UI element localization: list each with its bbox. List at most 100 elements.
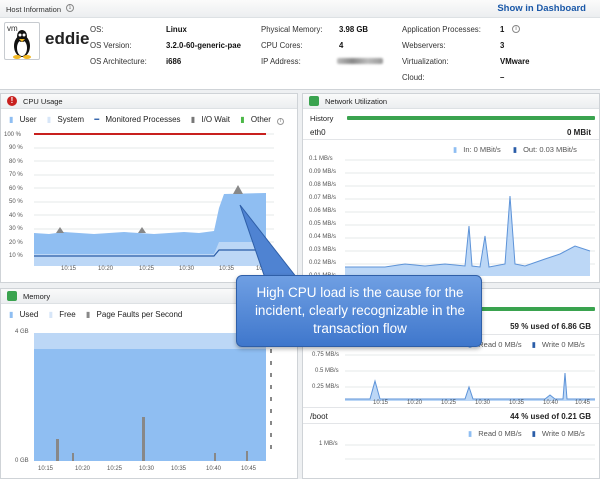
os-architecture-value: i686 [166, 57, 182, 66]
legend-free[interactable]: Free [59, 310, 75, 319]
status-ok-icon [7, 291, 17, 301]
legend-boot-read[interactable]: Read 0 MB/s [478, 429, 521, 438]
os-row: OS: Linux [90, 25, 187, 34]
cpu-y-tick: 50 % [9, 199, 23, 205]
cpu-x-tick: 10:30 [179, 266, 195, 272]
root-x-tick: 10:40 [543, 400, 559, 406]
cpu-y-tick: 20 % [9, 240, 23, 246]
cpu-x-tick: 10:35 [219, 266, 235, 272]
network-utilization-title: Network Utilization [325, 97, 388, 106]
legend-boot-write[interactable]: Write 0 MB/s [542, 429, 585, 438]
cpu-cores-row: CPU Cores: 4 [261, 41, 343, 50]
cpu-y-tick: 70 % [9, 172, 23, 178]
os-version-row: OS Version: 3.2.0-60-generic-pae [90, 41, 241, 50]
cpu-usage-title: CPU Usage [23, 97, 63, 106]
network-utilization-panel: Network Utilization History eth0 0 MBit … [302, 93, 600, 283]
network-utilization-header: Network Utilization [303, 94, 599, 109]
cpu-legend: ▮ User ▮ System ━ Monitored Processes ▮ … [9, 115, 288, 125]
history-label: History [310, 114, 334, 123]
boot-partition-name: /boot [310, 412, 328, 421]
cpu-y-tick: 30 % [9, 226, 23, 232]
boot-plot [345, 444, 595, 460]
cpu-y-tick: 40 % [9, 213, 23, 219]
memory-x-tick: 10:15 [38, 466, 54, 472]
network-y-tick: 0.1 MB/s [309, 156, 333, 162]
cpu-x-tick: 10:20 [98, 266, 114, 272]
legend-root-read[interactable]: Read 0 MB/s [478, 340, 521, 349]
ip-address-row: IP Address: [261, 57, 383, 66]
root-x-tick: 10:30 [475, 400, 491, 406]
memory-title: Memory [23, 292, 51, 301]
host-name: eddie [45, 29, 90, 48]
cpu-cores-value: 4 [339, 41, 344, 50]
application-processes-row: Application Processes: 1 i [402, 25, 520, 34]
os-label: OS: [90, 25, 104, 34]
virtualization-value: VMware [500, 57, 530, 66]
application-processes-label: Application Processes: [402, 25, 481, 34]
webservers-label: Webservers: [402, 41, 446, 50]
root-usage: 59 % used of 6.86 GB [510, 322, 591, 331]
root-x-tick: 10:25 [441, 400, 457, 406]
network-y-tick: 0.08 MB/s [309, 182, 337, 188]
root-y-tick: 0.75 MB/s [312, 352, 340, 358]
info-icon[interactable]: i [512, 25, 520, 33]
network-plot [345, 159, 595, 276]
legend-out[interactable]: Out: 0.03 MBit/s [523, 145, 577, 154]
virtualization-label: Virtualization: [402, 57, 449, 66]
cpu-x-tick: 10:25 [139, 266, 155, 272]
root-x-tick: 10:45 [575, 400, 591, 406]
os-version-label: OS Version: [90, 41, 132, 50]
network-y-tick: 0.09 MB/s [309, 169, 337, 175]
cpu-y-tick: 100 % [4, 132, 22, 138]
memory-y-tick: 0 GB [15, 458, 29, 464]
boot-usage: 44 % used of 0.21 GB [510, 412, 591, 421]
webservers-value: 3 [500, 41, 505, 50]
cpu-y-tick: 90 % [9, 145, 23, 151]
legend-other[interactable]: Other [251, 115, 271, 124]
show-in-dashboard-link[interactable]: Show in Dashboard [497, 3, 586, 14]
disk-history-bar [473, 307, 595, 311]
info-icon[interactable]: i [66, 4, 74, 12]
host-os-logo: vm [4, 22, 40, 60]
cpu-x-tick: 10:15 [61, 266, 77, 272]
root-x-tick: 10:20 [407, 400, 423, 406]
memory-y-tick: 4 GB [15, 329, 29, 335]
legend-io-wait[interactable]: I/O Wait [201, 115, 230, 124]
callout-annotation: High CPU load is the cause for the incid… [236, 275, 482, 347]
network-legend: ▮ In: 0 MBit/s ▮ Out: 0.03 MBit/s [453, 145, 577, 154]
os-version-value: 3.2.0-60-generic-pae [166, 41, 241, 50]
legend-page-faults[interactable]: Page Faults per Second [97, 310, 183, 319]
boot-legend: ▮ Read 0 MB/s ▮ Write 0 MB/s [468, 429, 585, 438]
os-value: Linux [166, 25, 187, 34]
legend-monitored-processes[interactable]: Monitored Processes [105, 115, 180, 124]
cloud-label: Cloud: [402, 73, 425, 82]
legend-in[interactable]: In: 0 MBit/s [463, 145, 501, 154]
host-information-header: Host Information i Show in Dashboard [0, 0, 600, 18]
root-x-tick: 10:15 [373, 400, 389, 406]
info-icon[interactable]: i [277, 118, 285, 125]
cpu-y-tick: 60 % [9, 186, 23, 192]
ip-address-redacted [337, 58, 383, 64]
cpu-y-tick: 80 % [9, 159, 23, 165]
linux-penguin-icon [13, 30, 31, 59]
webservers-row: Webservers: 3 [402, 41, 504, 50]
cpu-y-tick: 10 % [9, 253, 23, 259]
ip-address-label: IP Address: [261, 57, 301, 66]
physical-memory-label: Physical Memory: [261, 25, 323, 34]
memory-x-tick: 10:40 [206, 466, 222, 472]
physical-memory-value: 3.98 GB [339, 25, 369, 34]
os-architecture-row: OS Architecture: i686 [90, 57, 181, 66]
legend-root-write[interactable]: Write 0 MB/s [542, 340, 585, 349]
virtualization-row: Virtualization: VMware [402, 57, 529, 66]
callout-text: High CPU load is the cause for the incid… [254, 285, 466, 336]
root-x-tick: 10:35 [509, 400, 525, 406]
legend-system[interactable]: System [57, 115, 84, 124]
host-information-panel: Host Information i Show in Dashboard vm … [0, 0, 600, 90]
legend-used[interactable]: Used [20, 310, 39, 319]
legend-user[interactable]: User [20, 115, 37, 124]
physical-memory-row: Physical Memory: 3.98 GB [261, 25, 368, 34]
cpu-cores-label: CPU Cores: [261, 41, 303, 50]
application-processes-value: 1 [500, 25, 505, 34]
interface-name: eth0 [310, 128, 326, 137]
boot-y-tick: 1 MB/s [319, 441, 338, 447]
